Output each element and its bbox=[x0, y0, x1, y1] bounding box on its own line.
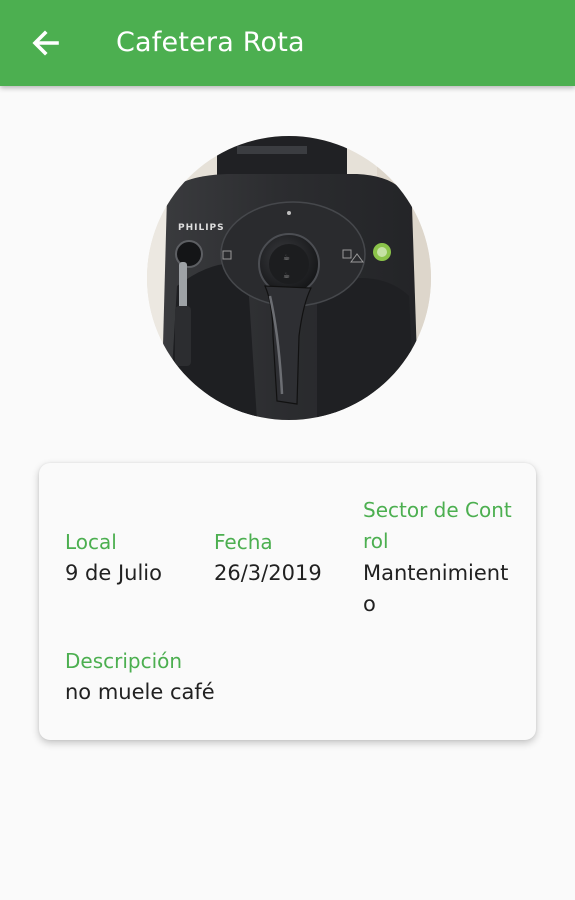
svg-text:☕: ☕ bbox=[283, 271, 290, 280]
svg-text:☕: ☕ bbox=[283, 253, 290, 262]
sector-label: Sector de Control bbox=[363, 498, 512, 553]
back-button[interactable] bbox=[22, 22, 68, 64]
descripcion-value: no muele café bbox=[65, 680, 215, 704]
coffee-machine-photo[interactable]: PHILIPS ☕ ☕ bbox=[147, 136, 431, 420]
brand-text: PHILIPS bbox=[178, 223, 225, 233]
local-value: 9 de Julio bbox=[65, 561, 162, 585]
fecha-label: Fecha bbox=[214, 530, 273, 554]
details-card: Local 9 de Julio Fecha 26/3/2019 Sector … bbox=[39, 463, 536, 740]
descripcion-label: Descripción bbox=[65, 649, 183, 673]
coffee-machine-image: PHILIPS ☕ ☕ bbox=[147, 136, 431, 420]
fecha-value: 26/3/2019 bbox=[214, 561, 322, 585]
page-title: Cafetera Rota bbox=[116, 27, 305, 58]
arrow-back-icon bbox=[32, 30, 59, 56]
app-bar: Cafetera Rota bbox=[0, 0, 575, 86]
local-label: Local bbox=[65, 530, 117, 554]
sector-value: Mantenimiento bbox=[363, 561, 509, 616]
